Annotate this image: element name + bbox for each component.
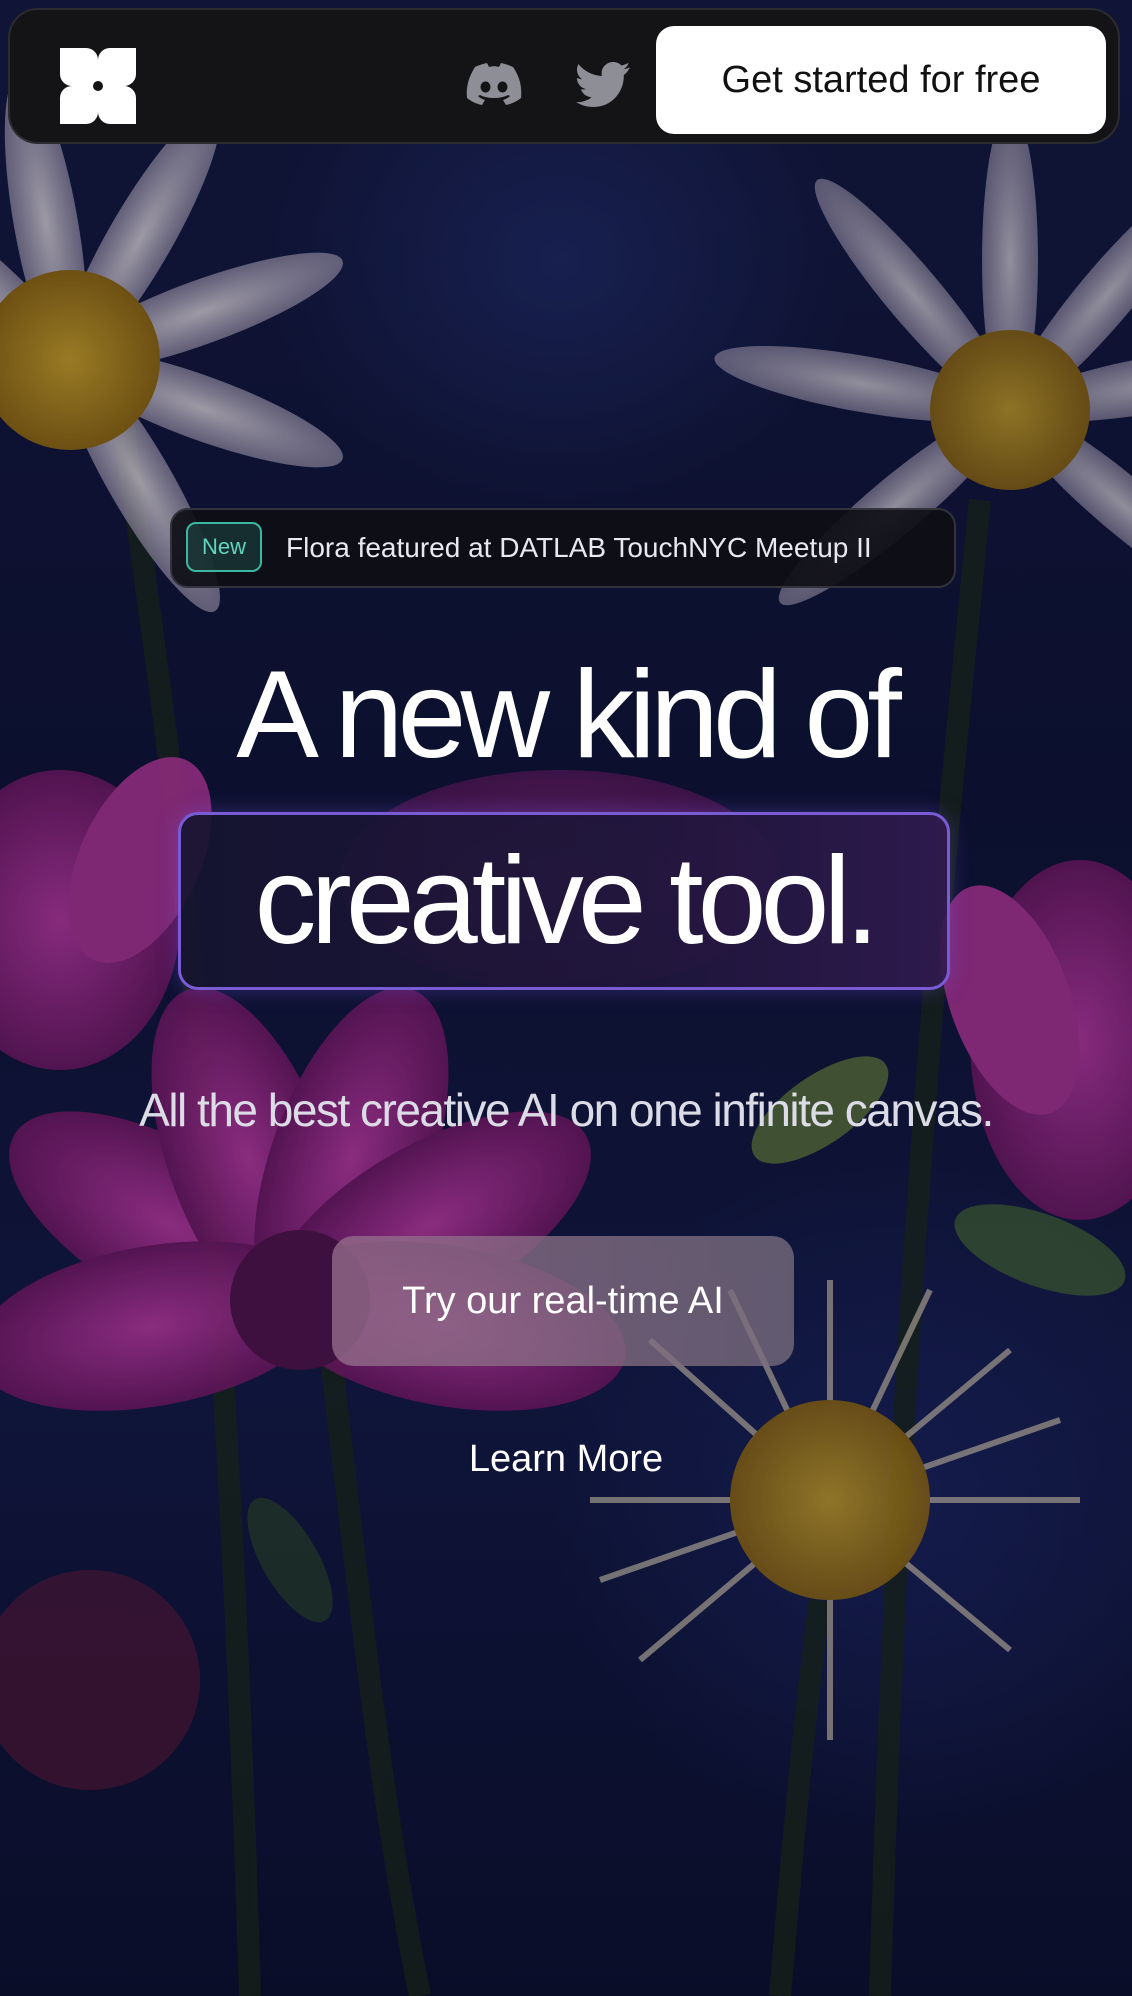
flora-logo-icon[interactable] xyxy=(60,48,136,124)
try-realtime-ai-button[interactable]: Try our real-time AI xyxy=(332,1236,794,1366)
headline-highlight-box: creative tool. xyxy=(178,812,950,990)
new-badge: New xyxy=(186,522,262,572)
background-overlay xyxy=(0,0,1132,1996)
hero-subtitle: All the best creative AI on one infinite… xyxy=(139,1084,994,1136)
get-started-button[interactable]: Get started for free xyxy=(656,26,1106,134)
twitter-icon[interactable] xyxy=(576,62,630,108)
page: Get started for free New Flora featured … xyxy=(0,0,1132,1996)
headline-line-1: A new kind of xyxy=(236,646,902,784)
discord-icon[interactable] xyxy=(466,60,522,108)
announcement-banner[interactable]: New Flora featured at DATLAB TouchNYC Me… xyxy=(170,508,956,588)
top-nav-bar: Get started for free xyxy=(8,8,1120,144)
headline-line-2: creative tool. xyxy=(254,832,879,970)
learn-more-link[interactable]: Learn More xyxy=(0,1434,1132,1484)
announcement-text: Flora featured at DATLAB TouchNYC Meetup… xyxy=(286,532,872,563)
